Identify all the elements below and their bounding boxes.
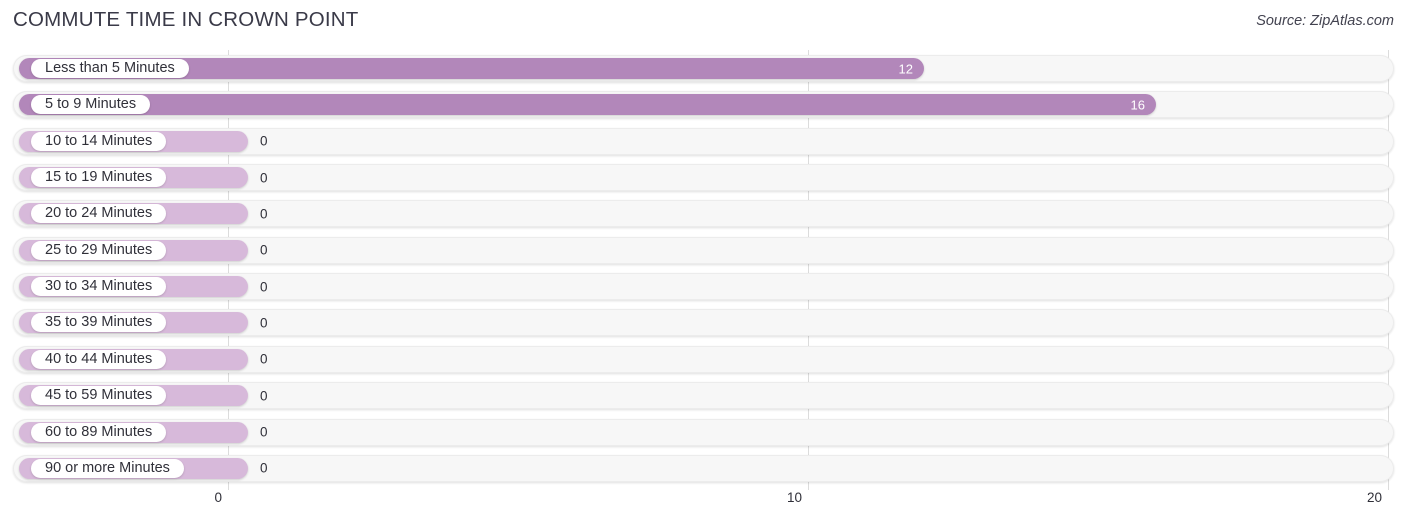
category-label[interactable]: 60 to 89 Minutes [31,422,167,442]
bar-value-label: 0 [260,133,268,149]
bar[interactable]: 16 [19,94,1156,116]
bar-row[interactable]: 0 25 to 29 Minutes [13,236,1394,264]
category-label[interactable]: 20 to 24 Minutes [31,204,167,224]
bar-value-label: 12 [898,61,913,76]
category-label[interactable]: 30 to 34 Minutes [31,277,167,297]
bar-value-label: 0 [260,351,268,367]
x-tick-label: 0 [214,490,222,505]
bar-row[interactable]: 0 45 to 59 Minutes [13,382,1394,410]
bar-row[interactable]: 0 90 or more Minutes [13,454,1394,482]
bar-row[interactable]: 0 35 to 39 Minutes [13,309,1394,337]
bar-value-label: 0 [260,206,268,222]
commute-time-chart: COMMUTE TIME IN CROWN POINT Source: ZipA… [0,0,1406,522]
category-label[interactable]: 5 to 9 Minutes [31,95,151,115]
page-title: COMMUTE TIME IN CROWN POINT [13,8,359,31]
category-label[interactable]: 10 to 14 Minutes [31,131,167,151]
x-tick-label: 10 [786,490,802,505]
bar-value-label: 0 [260,388,268,404]
bar-value-label: 16 [1130,97,1145,113]
bar-value-label: 0 [260,242,268,258]
bar-row[interactable]: 0 10 to 14 Minutes [13,127,1394,155]
category-label[interactable]: 15 to 19 Minutes [31,168,167,188]
bar-row[interactable]: 0 60 to 89 Minutes [13,418,1394,446]
bar-value-label: 0 [260,424,268,440]
plot-area: 12 Less than 5 Minutes 16 5 to 9 Minutes 0 10… [0,50,1406,490]
category-label[interactable]: 45 to 59 Minutes [31,386,167,406]
bar-row[interactable]: 0 30 to 34 Minutes [13,273,1394,301]
category-label[interactable]: 90 or more Minutes [31,458,184,478]
bar-value-label: 0 [260,315,268,331]
x-tick-label: 20 [1366,490,1382,505]
bar-value-label: 0 [260,279,268,295]
bar-row[interactable]: 0 15 to 19 Minutes [13,164,1394,192]
source-attribution: Source: ZipAtlas.com [1256,13,1394,29]
category-label[interactable]: 25 to 29 Minutes [31,240,167,260]
bar-value-label: 0 [260,460,268,476]
category-label[interactable]: Less than 5 Minutes [31,59,189,78]
bar-row[interactable]: 12 Less than 5 Minutes [13,55,1394,82]
category-label[interactable]: 40 to 44 Minutes [31,349,167,369]
bar-row[interactable]: 0 20 to 24 Minutes [13,200,1394,228]
bar-value-label: 0 [260,170,268,186]
bar-row[interactable]: 16 5 to 9 Minutes [13,91,1394,119]
bar-row[interactable]: 0 40 to 44 Minutes [13,345,1394,373]
category-label[interactable]: 35 to 39 Minutes [31,313,167,333]
x-axis: 0 10 20 [0,485,1406,522]
